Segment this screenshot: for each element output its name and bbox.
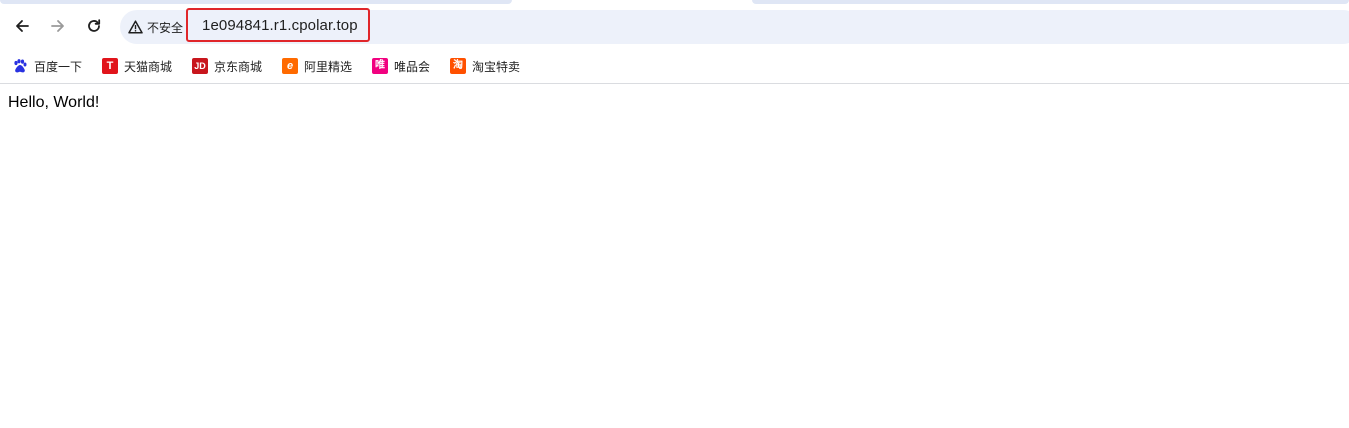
url-text: 1e094841.r1.cpolar.top xyxy=(202,16,358,34)
jd-icon: JD xyxy=(192,58,208,74)
browser-window: 不安全 1e094841.r1.cpolar.top 百度一下 T 天猫商城 J… xyxy=(0,0,1349,428)
reload-button[interactable] xyxy=(79,11,109,41)
page-content: Hello, World! xyxy=(0,84,1349,428)
tab-left[interactable] xyxy=(0,0,512,4)
aliexpress-icon: e xyxy=(282,58,298,74)
bookmarks-bar: 百度一下 T 天猫商城 JD 京东商城 e 阿里精选 唯 唯品会 淘 淘宝特卖 xyxy=(0,48,1349,84)
bookmark-label: 京东商城 xyxy=(214,59,263,74)
taobao-icon: 淘 xyxy=(450,58,466,74)
hello-text: Hello, World! xyxy=(8,94,100,111)
warning-icon xyxy=(128,20,143,34)
bookmark-tmall[interactable]: T 天猫商城 xyxy=(102,56,172,76)
vip-icon: 唯 xyxy=(372,58,388,74)
bookmark-jd[interactable]: JD 京东商城 xyxy=(192,56,262,76)
bookmark-baidu[interactable]: 百度一下 xyxy=(12,56,82,76)
back-button[interactable] xyxy=(7,11,37,41)
tmall-icon: T xyxy=(102,58,118,74)
address-bar[interactable]: 不安全 1e094841.r1.cpolar.top xyxy=(120,8,1349,44)
bookmark-label: 百度一下 xyxy=(34,59,83,74)
bookmark-aliexpress[interactable]: e 阿里精选 xyxy=(282,56,352,76)
bookmark-label: 淘宝特卖 xyxy=(472,59,521,74)
tab-right[interactable] xyxy=(752,0,1349,4)
url-highlight-box[interactable]: 1e094841.r1.cpolar.top xyxy=(186,8,370,42)
security-label: 不安全 xyxy=(147,20,184,35)
bookmark-label: 天猫商城 xyxy=(124,59,173,74)
forward-button[interactable] xyxy=(43,11,73,41)
bookmark-vip[interactable]: 唯 唯品会 xyxy=(372,56,430,76)
arrow-right-icon xyxy=(51,20,64,32)
bookmark-label: 阿里精选 xyxy=(304,59,353,74)
baidu-icon xyxy=(12,58,28,74)
arrow-left-icon xyxy=(16,20,29,32)
security-chip[interactable]: 不安全 xyxy=(128,17,183,37)
toolbar: 不安全 1e094841.r1.cpolar.top xyxy=(0,6,1349,48)
bookmark-label: 唯品会 xyxy=(394,59,431,74)
reload-icon xyxy=(88,19,101,32)
bookmark-taobao[interactable]: 淘 淘宝特卖 xyxy=(450,56,520,76)
